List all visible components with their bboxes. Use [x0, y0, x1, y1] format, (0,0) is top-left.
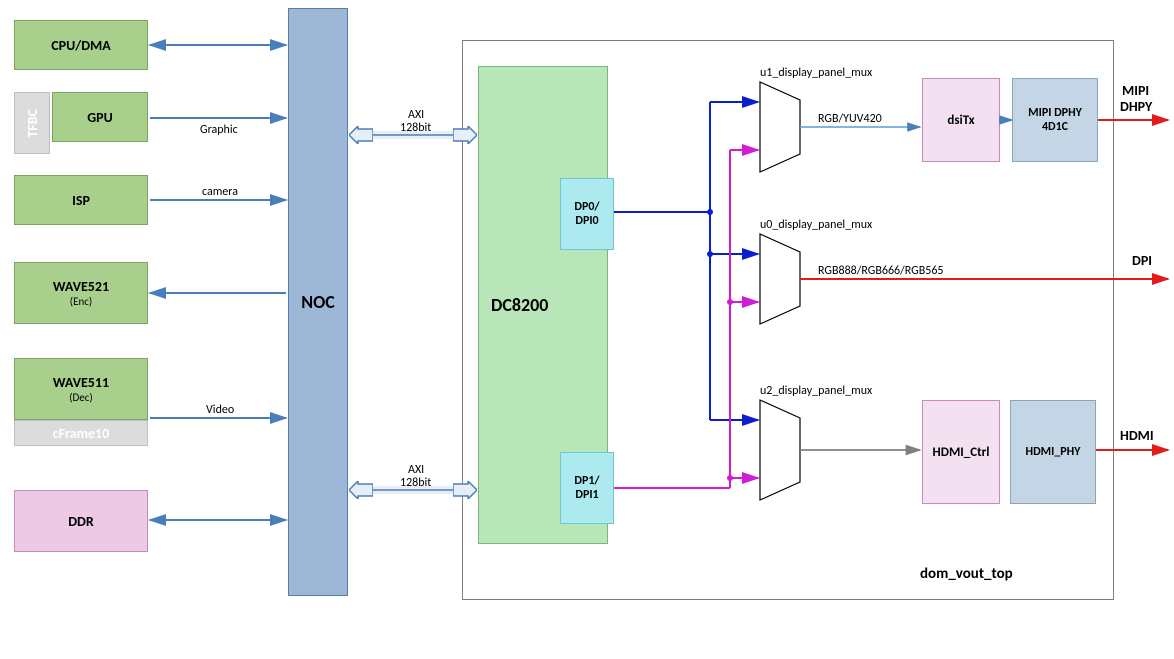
gpu-label: GPU [87, 109, 113, 126]
block-isp: ISP [14, 175, 148, 225]
noc-label: NOC [301, 291, 335, 313]
label-axi-top: AXI [408, 108, 424, 122]
block-hdmi-ctrl: HDMI_Ctrl [922, 400, 1000, 504]
out-hdmi: HDMI [1120, 427, 1154, 444]
wave511-sub: (Dec) [69, 391, 93, 404]
wave521-sub: (Enc) [70, 295, 92, 308]
wave521-label: WAVE521 [53, 278, 109, 295]
tfbc-label: TFBC [24, 109, 41, 138]
label-axi-bot: AXI [408, 463, 424, 477]
label-axi-botb: 128bit [400, 476, 431, 490]
wave511-label: WAVE511 [53, 374, 109, 391]
out-mipi2: DHPY [1120, 98, 1153, 115]
block-dsitx: dsiTx [922, 78, 1000, 162]
block-gpu: GPU [52, 92, 148, 142]
block-cpu-dma: CPU/DMA [14, 20, 148, 70]
cpu-label: CPU/DMA [51, 37, 111, 54]
diagram-stage: CPU/DMA TFBC GPU ISP WAVE521 (Enc) WAVE5… [0, 0, 1174, 659]
out-mipi1: MIPI [1122, 82, 1149, 99]
dsitx-label: dsiTx [947, 113, 974, 128]
hdmiphy-label: HDMI_PHY [1026, 445, 1081, 459]
hdmictrl-label: HDMI_Ctrl [933, 445, 990, 460]
block-ddr: DDR [14, 490, 148, 552]
label-axi-topb: 128bit [400, 121, 431, 135]
block-tfbc: TFBC [14, 92, 50, 154]
block-noc: NOC [288, 8, 348, 596]
block-hdmi-phy: HDMI_PHY [1010, 400, 1096, 504]
label-video: Video [206, 403, 234, 417]
block-wave521: WAVE521 (Enc) [14, 262, 148, 324]
isp-label: ISP [72, 192, 90, 209]
cframe10-label: cFrame10 [53, 425, 110, 442]
block-mipi-dphy: MIPI DPHY 4D1C [1012, 78, 1098, 162]
block-wave511: WAVE511 (Dec) [14, 358, 148, 420]
out-dpi: DPI [1132, 252, 1152, 269]
label-graphic: Graphic [200, 123, 238, 137]
block-cframe10: cFrame10 [14, 420, 148, 446]
mipidphy-label: MIPI DPHY 4D1C [1028, 106, 1082, 134]
label-camera: camera [202, 185, 238, 199]
ddr-label: DDR [68, 513, 94, 530]
dom-vout-top-label: dom_vout_top [920, 565, 1013, 583]
